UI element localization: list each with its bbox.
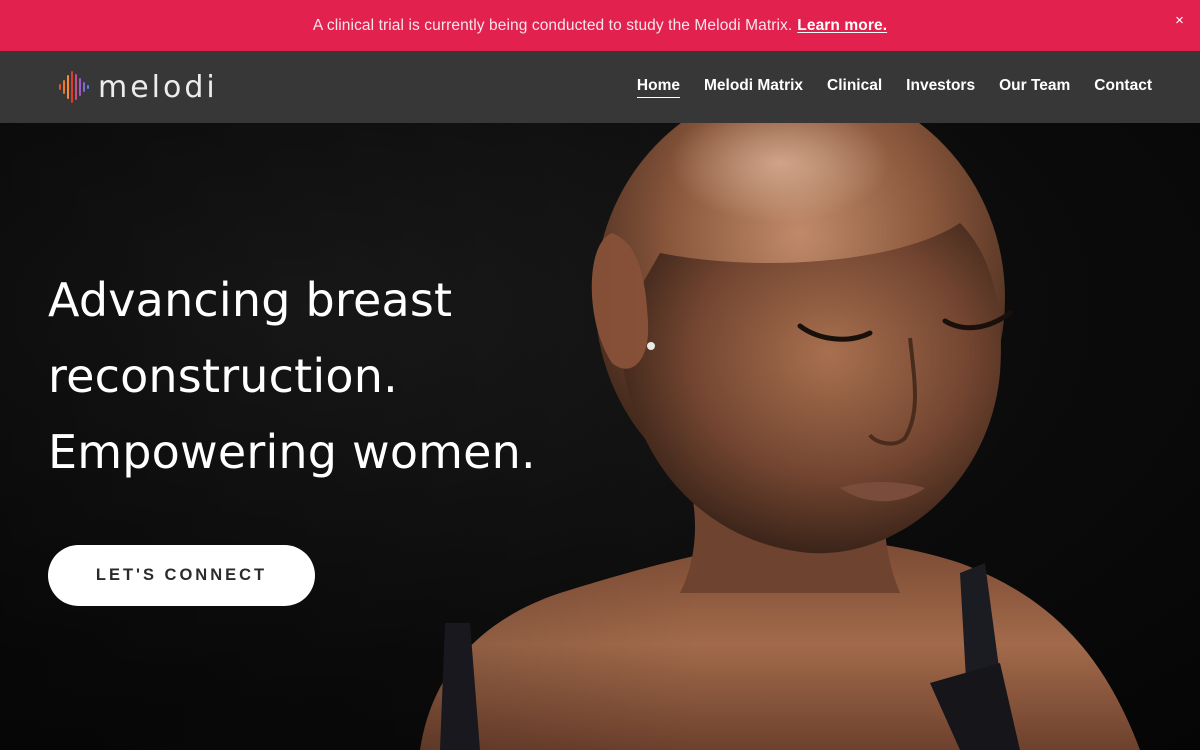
headline-line-3: Empowering women. — [48, 425, 536, 479]
hero-headline: Advancing breast reconstruction. Empower… — [48, 262, 648, 490]
lets-connect-button[interactable]: LET'S CONNECT — [48, 545, 315, 606]
nav-contact[interactable]: Contact — [1094, 77, 1152, 98]
nav-clinical[interactable]: Clinical — [827, 77, 882, 98]
nav-melodi-matrix[interactable]: Melodi Matrix — [704, 77, 803, 98]
main-nav: Home Melodi Matrix Clinical Investors Ou… — [636, 51, 1152, 123]
headline-line-1: Advancing breast — [48, 273, 453, 327]
nav-our-team[interactable]: Our Team — [999, 77, 1070, 98]
nav-investors[interactable]: Investors — [906, 77, 975, 98]
announcement-bar: A clinical trial is currently being cond… — [0, 0, 1200, 51]
nav-home[interactable]: Home — [636, 77, 680, 98]
logo-wordmark: melodi — [98, 69, 218, 105]
sound-wave-logo-icon — [59, 71, 89, 103]
hero-section: Advancing breast reconstruction. Empower… — [0, 123, 1200, 750]
learn-more-link[interactable]: Learn more. — [797, 17, 887, 35]
logo[interactable]: melodi — [56, 67, 218, 107]
site-header: melodi Home Melodi Matrix Clinical Inves… — [0, 51, 1200, 123]
headline-line-2: reconstruction. — [48, 349, 398, 403]
close-icon[interactable]: × — [1175, 13, 1184, 29]
announcement-message: A clinical trial is currently being cond… — [312, 16, 793, 34]
